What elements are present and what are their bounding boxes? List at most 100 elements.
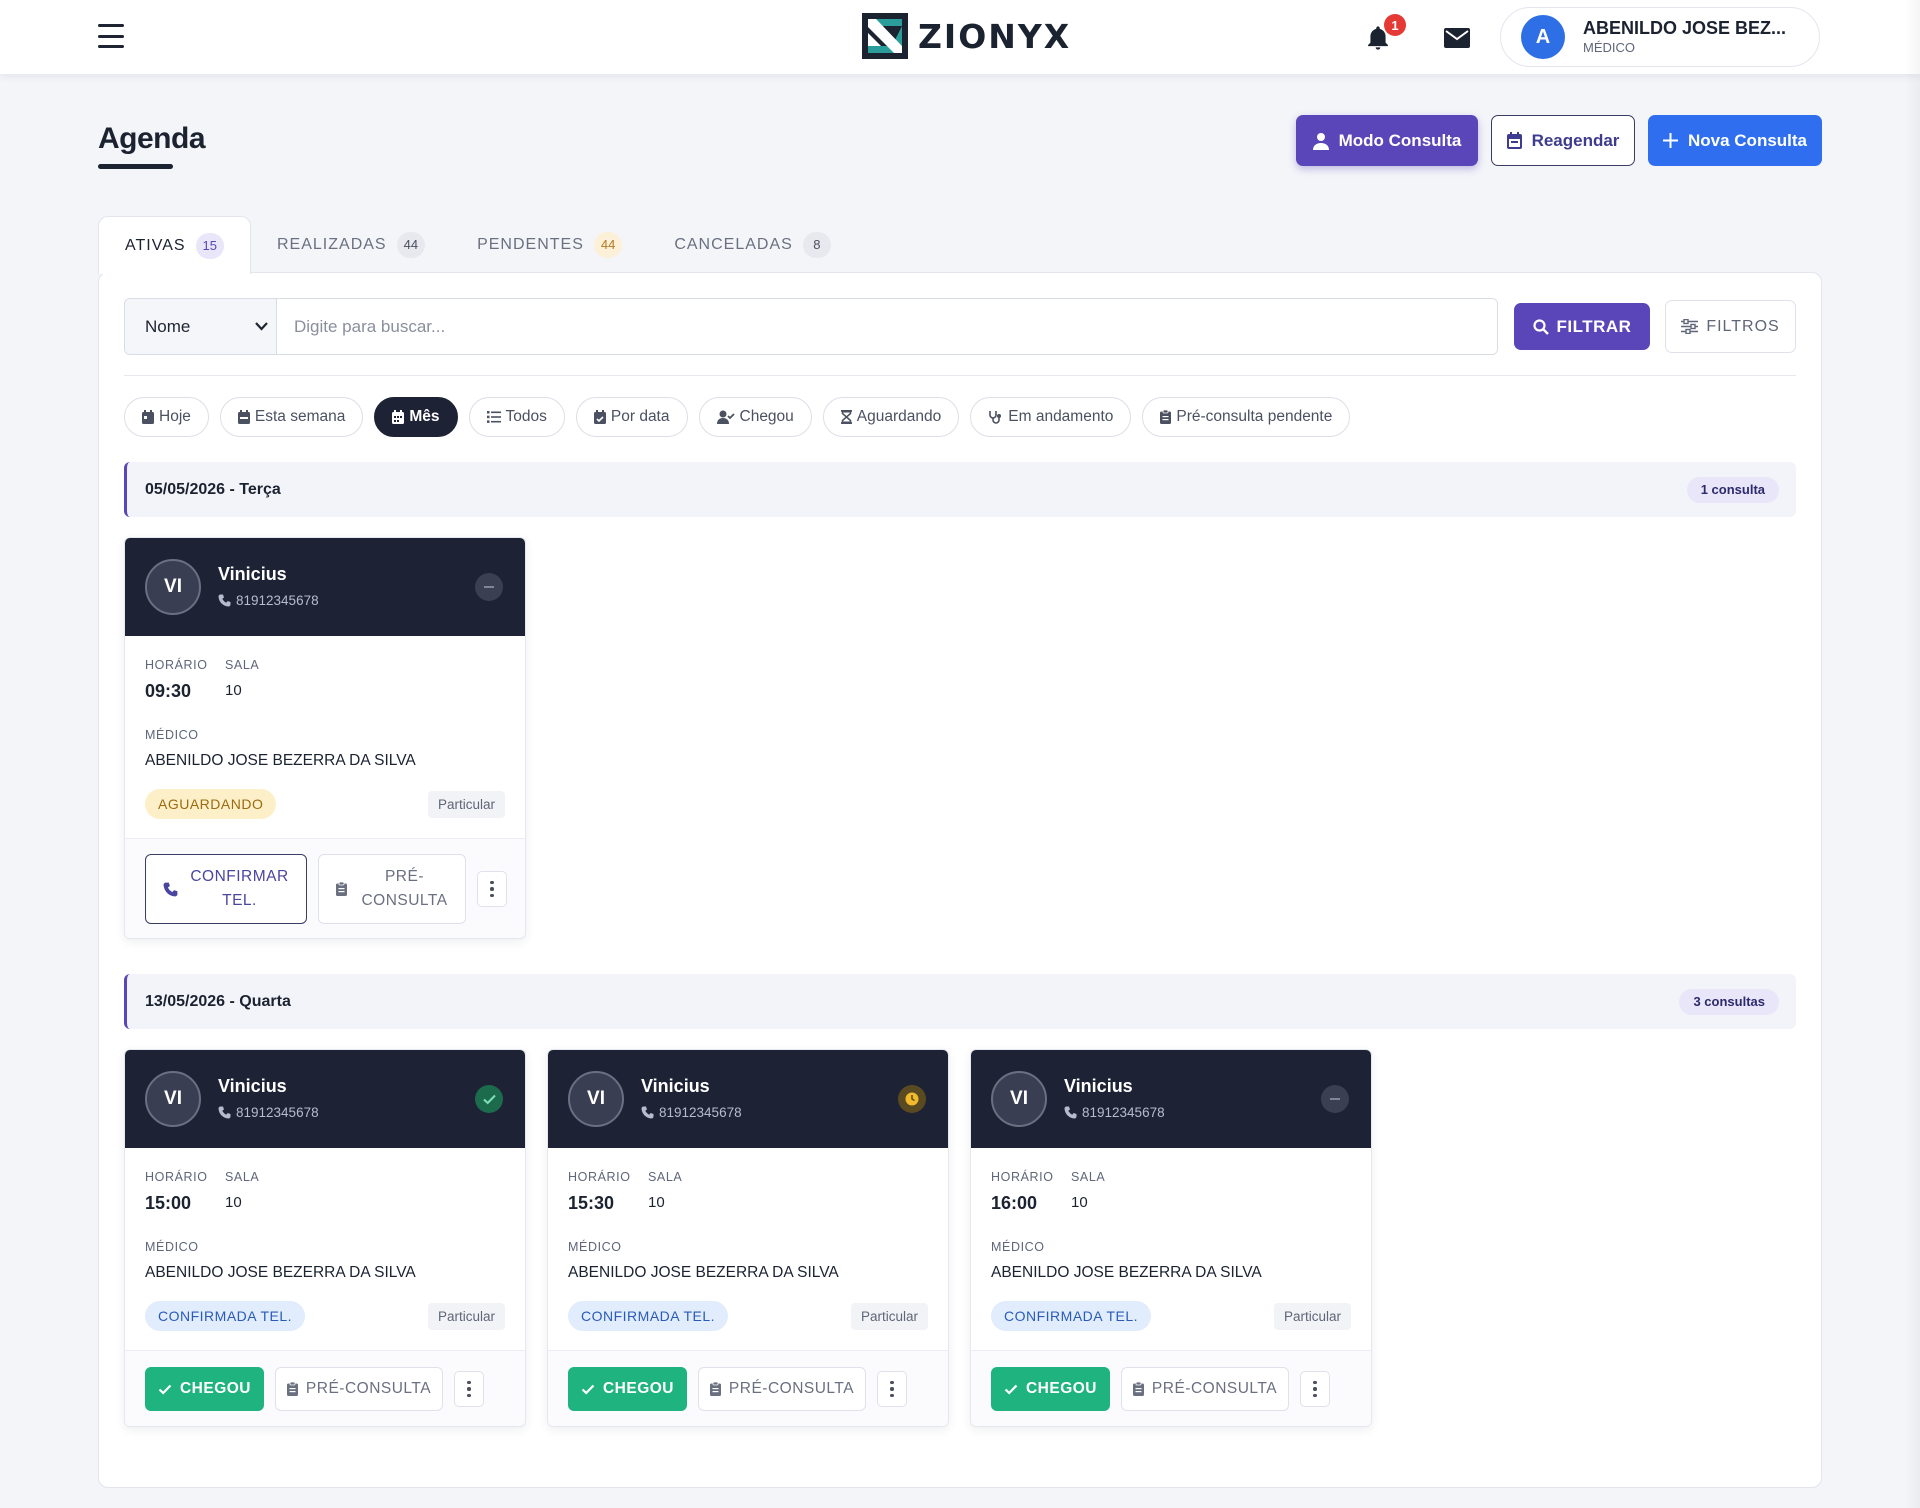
phone-icon — [641, 1106, 654, 1119]
payment-tag: Particular — [1273, 1303, 1351, 1330]
pre-consulta-label: PRÉ-CONSULTA — [1151, 1380, 1278, 1397]
tab-count-badge: 15 — [195, 232, 224, 259]
list-icon — [486, 411, 501, 423]
chip-em-andamento[interactable]: Em andamento — [970, 397, 1132, 437]
pre-consulta-button[interactable]: PRÉ-CONSULTA — [1121, 1367, 1289, 1411]
chip-pre-consulta-pendente[interactable]: Pré-consulta pendente — [1142, 397, 1351, 437]
filtrar-label: FILTRAR — [1556, 316, 1632, 336]
chip-por-data[interactable]: Por data — [575, 397, 688, 437]
pre-consulta-button[interactable]: PRÉ-CONSULTA — [275, 1367, 443, 1411]
nova-consulta-button[interactable]: Nova Consulta — [1648, 115, 1822, 166]
more-options-icon[interactable] — [877, 1371, 907, 1407]
modo-consulta-button[interactable]: Modo Consulta — [1296, 115, 1478, 166]
more-options-icon[interactable] — [477, 871, 507, 907]
chegou-button[interactable]: CHEGOU — [568, 1367, 687, 1411]
date-group-header: 05/05/2026 - Terça 1 consulta — [124, 462, 1796, 517]
pre-consulta-label-line1: PRÉ- — [384, 867, 425, 885]
tab-count-badge: 44 — [396, 231, 426, 258]
chip-esta-semana[interactable]: Esta semana — [219, 397, 364, 437]
modo-consulta-label: Modo Consulta — [1338, 130, 1462, 150]
payment-tag: Particular — [427, 1303, 505, 1330]
appointment-card[interactable]: VI Vinicius 81912345678 HORÁRIO SALA 16:… — [970, 1049, 1372, 1427]
room-label: SALA — [1071, 1170, 1106, 1184]
patient-phone-number: 81912345678 — [236, 593, 319, 608]
page-title: Agenda — [98, 122, 206, 155]
nova-consulta-label: Nova Consulta — [1687, 130, 1808, 150]
card-body: HORÁRIO SALA 15:00 10 MÉDICO ABENILDO JO… — [125, 1148, 525, 1350]
pre-consulta-label: PRÉ-CONSULTA — [728, 1380, 855, 1397]
tab-ativas[interactable]: ATIVAS 15 — [98, 216, 251, 274]
chegou-button[interactable]: CHEGOU — [991, 1367, 1110, 1411]
chip-label: Por data — [610, 408, 670, 425]
chip-todos[interactable]: Todos — [468, 397, 565, 437]
doctor-name: ABENILDO JOSE BEZERRA DA SILVA — [145, 1264, 416, 1281]
reagendar-button[interactable]: Reagendar — [1491, 115, 1635, 166]
payment-tag: Particular — [427, 791, 505, 818]
tab-label: REALIZADAS — [277, 235, 387, 253]
patient-phone: 81912345678 — [641, 1105, 742, 1120]
pre-consulta-button[interactable]: PRÉ- CONSULTA — [318, 854, 466, 924]
chip-chegou[interactable]: Chegou — [698, 397, 812, 437]
status-indicator — [898, 1085, 926, 1113]
status-badge: CONFIRMADA TEL. — [145, 1301, 306, 1331]
hourglass-icon — [840, 410, 852, 424]
user-name: ABENILDO JOSE BEZ... — [1583, 17, 1787, 38]
status-badge: AGUARDANDO — [145, 789, 277, 819]
more-options-icon[interactable] — [1300, 1371, 1330, 1407]
confirmar-label-line1: CONFIRMAR — [190, 867, 289, 885]
card-body: HORÁRIO SALA 15:30 10 MÉDICO ABENILDO JO… — [548, 1148, 948, 1350]
divider — [124, 375, 1796, 376]
quick-filters: Hoje Esta semana Mês Todos Por data Cheg… — [124, 397, 1351, 437]
filtros-button[interactable]: FILTROS — [1665, 300, 1796, 353]
tab-canceladas[interactable]: CANCELADAS 8 — [648, 216, 856, 273]
more-options-icon[interactable] — [454, 1371, 484, 1407]
chip-label: Mês — [409, 408, 440, 425]
doctor-name: ABENILDO JOSE BEZERRA DA SILVA — [991, 1264, 1262, 1281]
chip-mes[interactable]: Mês — [374, 397, 458, 437]
chip-label: Em andamento — [1008, 408, 1114, 425]
appointment-time: 15:30 — [568, 1193, 615, 1213]
chegou-label: CHEGOU — [1025, 1380, 1098, 1397]
clipboard-icon — [1132, 1382, 1144, 1396]
chip-aguardando[interactable]: Aguardando — [822, 397, 960, 437]
status-indicator — [1321, 1085, 1349, 1113]
tab-label: PENDENTES — [477, 235, 584, 253]
search-input[interactable] — [277, 299, 1497, 354]
patient-phone-number: 81912345678 — [659, 1105, 742, 1120]
calendar-icon — [1506, 132, 1522, 149]
search-field-select[interactable]: Nome — [125, 299, 277, 354]
card-actions: CHEGOU PRÉ-CONSULTA — [548, 1350, 948, 1426]
status-indicator — [475, 573, 503, 601]
brand-logo[interactable]: ZIONYX — [862, 13, 1071, 59]
chegou-button[interactable]: CHEGOU — [145, 1367, 264, 1411]
menu-icon[interactable] — [98, 24, 124, 48]
zionyx-logo-icon — [862, 13, 908, 59]
chip-hoje[interactable]: Hoje — [124, 397, 209, 437]
pre-consulta-label-line2: CONSULTA — [361, 892, 448, 909]
pre-consulta-button[interactable]: PRÉ-CONSULTA — [698, 1367, 866, 1411]
tab-label: CANCELADAS — [674, 235, 793, 253]
tab-realizadas[interactable]: REALIZADAS 44 — [251, 216, 451, 273]
appointment-room: 10 — [648, 1194, 665, 1211]
patient-avatar: VI — [991, 1071, 1047, 1127]
patient-phone-number: 81912345678 — [236, 1105, 319, 1120]
patient-avatar: VI — [145, 559, 201, 615]
user-profile-menu[interactable]: A ABENILDO JOSE BEZ... MÉDICO — [1500, 7, 1820, 67]
clock-icon — [905, 1092, 919, 1106]
confirmar-tel-button[interactable]: CONFIRMAR TEL. — [145, 854, 307, 924]
patient-name: Vinicius — [641, 1076, 710, 1096]
check-icon — [581, 1384, 595, 1395]
status-tabs: ATIVAS 15 REALIZADAS 44 PENDENTES 44 CAN… — [98, 216, 857, 274]
minus-icon — [1330, 1098, 1340, 1100]
appointment-card[interactable]: VI Vinicius 81912345678 HORÁRIO SALA 15:… — [124, 1049, 526, 1427]
appointment-time: 15:00 — [145, 1193, 192, 1213]
appointment-card[interactable]: VI Vinicius 81912345678 HORÁRIO SALA 15:… — [547, 1049, 949, 1427]
clipboard-icon — [1160, 410, 1172, 424]
appointment-card[interactable]: VI Vinicius 81912345678 HORÁRIO SALA 09:… — [124, 537, 526, 939]
tab-pendentes[interactable]: PENDENTES 44 — [451, 216, 648, 273]
date-group-header: 13/05/2026 - Quarta 3 consultas — [124, 974, 1796, 1029]
title-underline — [98, 164, 173, 169]
envelope-icon[interactable] — [1444, 27, 1470, 49]
filtrar-button[interactable]: FILTRAR — [1514, 303, 1650, 350]
calendar-day-icon — [142, 410, 154, 424]
